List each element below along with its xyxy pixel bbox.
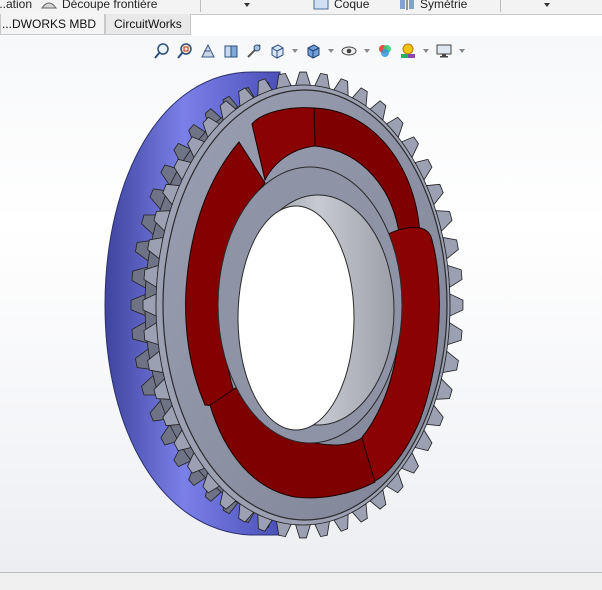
view-orientation-dropdown[interactable] [290, 41, 300, 61]
ribbon-item-shell[interactable]: Coque [312, 0, 369, 12]
bore-opening [237, 205, 355, 431]
display-style-button[interactable] [303, 41, 323, 61]
sprocket-tooth [447, 264, 463, 288]
ribbon-divider [500, 0, 501, 12]
ribbon-dropdown[interactable] [244, 0, 250, 13]
command-ribbon: ...ation Découpe frontière Coque Symétri… [0, 0, 602, 15]
ribbon-divider [200, 0, 201, 12]
boundary-cut-icon [41, 2, 57, 9]
apply-scene-dropdown[interactable] [421, 41, 431, 61]
dynamic-annotation-icon [247, 44, 261, 58]
display-style-icon [307, 44, 320, 59]
section-view-button[interactable] [221, 41, 241, 61]
ribbon-item-label: Coque [334, 0, 370, 11]
hide-show-items-icon [341, 46, 357, 56]
chevron-down-icon [544, 3, 550, 7]
ribbon-dropdown[interactable] [544, 0, 550, 13]
apply-scene-icon [401, 43, 415, 58]
chevron-down-icon [244, 3, 250, 7]
chevron-down-icon [459, 49, 465, 53]
mirror-icon [400, 0, 414, 10]
ribbon-item-label: Découpe frontière [62, 0, 158, 11]
display-style-dropdown[interactable] [326, 41, 336, 61]
sprocket-tooth [447, 322, 463, 346]
tab-circuitworks[interactable]: CircuitWorks [105, 14, 191, 35]
shell-icon [313, 0, 329, 10]
view-settings-icon [436, 44, 452, 58]
ribbon-item-mirror[interactable]: Symétrie [398, 0, 467, 12]
zoom-to-fit-icon [154, 43, 169, 59]
view-settings-dropdown[interactable] [457, 41, 467, 61]
chevron-down-icon [364, 49, 370, 53]
sprocket-model[interactable] [0, 36, 602, 572]
ribbon-item-boundary-cut[interactable]: Découpe frontière [40, 0, 157, 12]
view-settings-button[interactable] [434, 41, 454, 61]
heads-up-view-toolbar [152, 40, 467, 62]
hide-show-items-dropdown[interactable] [362, 41, 372, 61]
status-bar [0, 572, 602, 590]
chevron-down-icon [328, 49, 334, 53]
edit-appearance-icon [379, 45, 391, 57]
dynamic-annotation-button[interactable] [244, 41, 264, 61]
section-view-icon [224, 45, 238, 58]
previous-view-button[interactable] [198, 41, 218, 61]
hide-show-items-button[interactable] [339, 41, 359, 61]
chevron-down-icon [423, 49, 429, 53]
tab-solidworks-mbd[interactable]: ...DWORKS MBD [0, 14, 106, 35]
chevron-down-icon [292, 49, 298, 53]
command-manager-tabs: ...DWORKS MBD CircuitWorks [0, 14, 602, 36]
sprocket-tooth [295, 71, 311, 86]
zoom-to-area-icon [177, 43, 192, 59]
zoom-to-fit-button[interactable] [152, 41, 172, 61]
view-orientation-button[interactable] [267, 41, 287, 61]
ribbon-item-extrusion[interactable]: ...ation [0, 0, 32, 12]
ribbon-item-label: Symétrie [420, 0, 468, 11]
edit-appearance-button[interactable] [375, 41, 395, 61]
ribbon-item-label: ...ation [0, 0, 33, 11]
previous-view-icon [201, 43, 215, 58]
apply-scene-button[interactable] [398, 41, 418, 61]
sprocket-tooth [449, 293, 464, 317]
view-orientation-icon [271, 44, 284, 59]
zoom-to-area-button[interactable] [175, 41, 195, 61]
sprocket-tooth [295, 524, 311, 539]
